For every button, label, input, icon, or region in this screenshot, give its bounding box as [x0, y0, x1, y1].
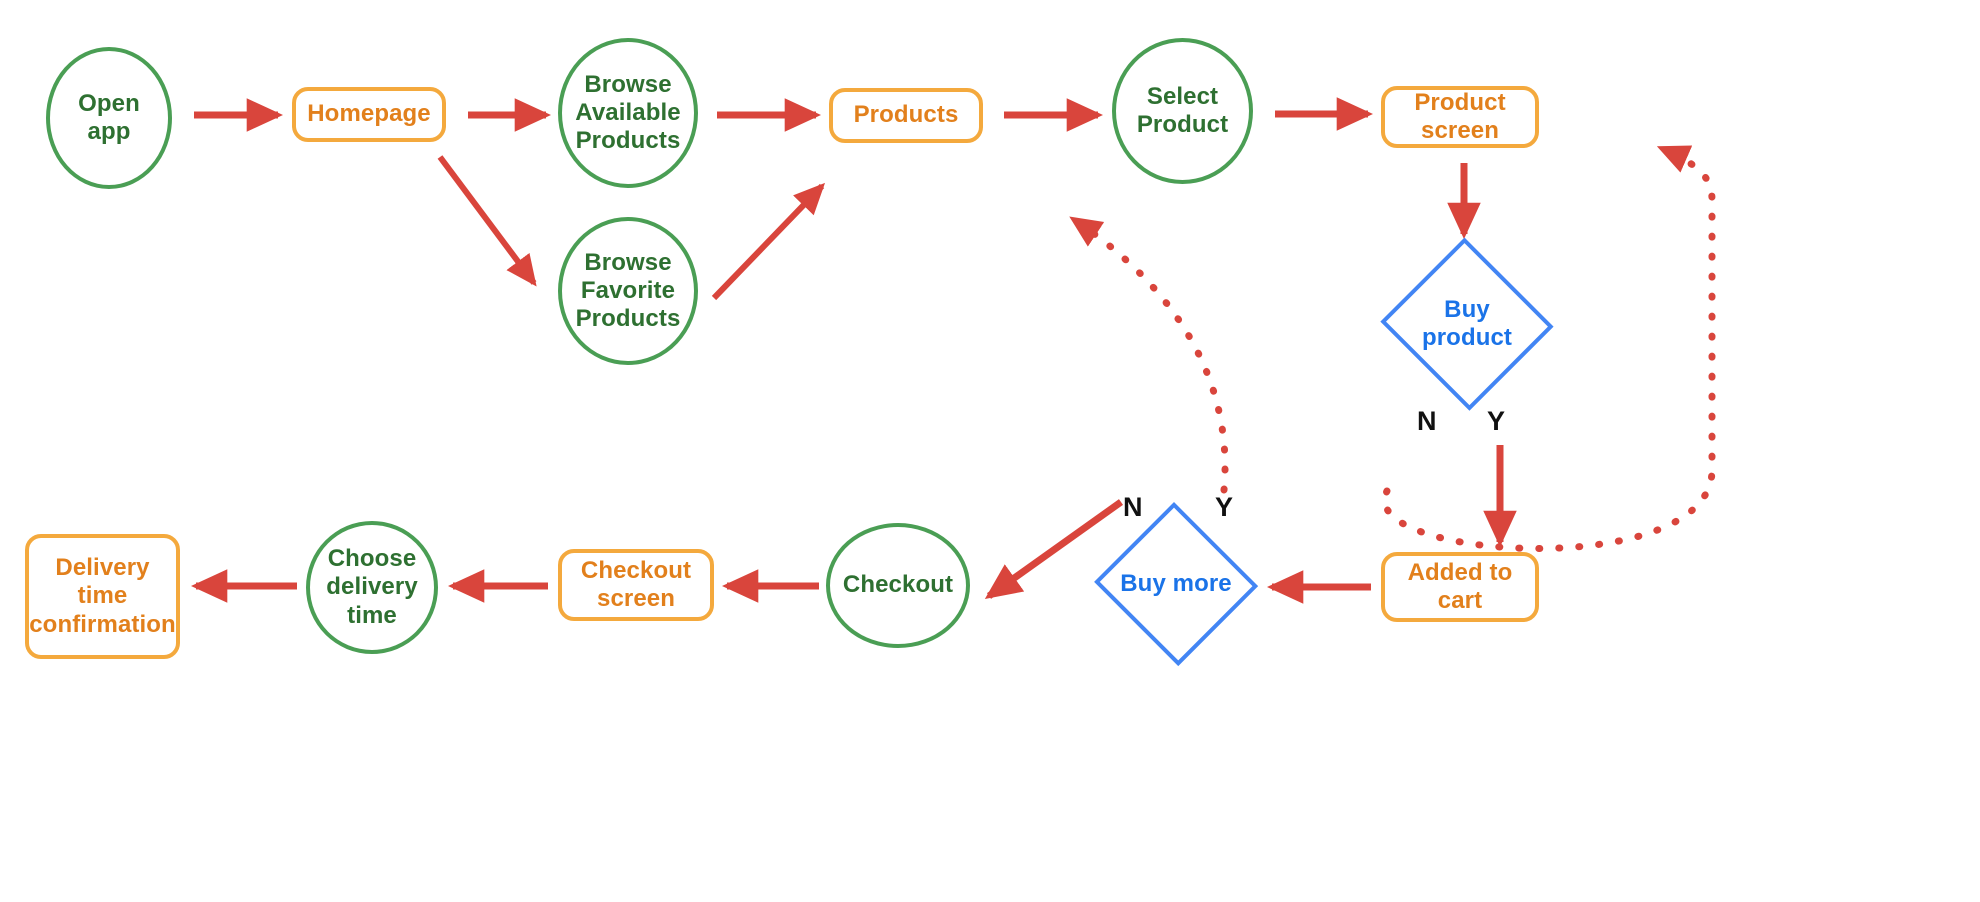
- node-homepage-label: Homepage: [307, 100, 431, 128]
- node-checkout[interactable]: Checkout: [826, 523, 970, 648]
- node-products[interactable]: Products: [829, 88, 983, 143]
- node-product-screen[interactable]: Product screen: [1381, 86, 1539, 148]
- node-browse-available-products[interactable]: Browse Available Products: [558, 38, 698, 188]
- node-delivery-time-confirmation[interactable]: Delivery time confirmation: [25, 534, 180, 659]
- node-added-to-cart-label: Added to cart: [1407, 558, 1513, 614]
- node-product-screen-label: Product screen: [1414, 88, 1506, 144]
- edge-buy-more-y-to-products: [1069, 215, 1229, 494]
- node-choose-delivery-time-label: Choose delivery time: [326, 545, 418, 629]
- node-buy-more[interactable]: Buy more: [1092, 502, 1260, 666]
- node-browse-favorite-products-label: Browse Favorite Products: [575, 248, 681, 333]
- node-checkout-screen-label: Checkout screen: [580, 556, 692, 612]
- branch-label-buy-more-n: N: [1123, 492, 1143, 522]
- node-checkout-screen[interactable]: Checkout screen: [558, 549, 714, 621]
- node-choose-delivery-time[interactable]: Choose delivery time: [306, 521, 438, 654]
- node-browse-favorite-products[interactable]: Browse Favorite Products: [558, 217, 698, 365]
- node-open-app[interactable]: Open app: [46, 47, 172, 189]
- node-select-product-label: Select Product: [1136, 82, 1229, 138]
- branch-label-buy-more-y: Y: [1215, 492, 1234, 522]
- node-open-app-label: Open app: [78, 89, 140, 145]
- edge-browse-favorite-to-products: [711, 182, 826, 301]
- flowchart-canvas: Open app Homepage Browse Available Produ…: [0, 0, 1980, 902]
- edge-homepage-to-browse-favorite: [437, 155, 537, 287]
- branch-label-buy-product-y: Y: [1487, 406, 1506, 436]
- node-buy-product[interactable]: Buy product: [1378, 237, 1556, 411]
- node-products-label: Products: [853, 101, 959, 129]
- node-delivery-time-confirmation-label: Delivery time confirmation: [29, 554, 176, 638]
- node-select-product[interactable]: Select Product: [1112, 38, 1253, 184]
- node-buy-product-label: Buy product: [1421, 295, 1513, 351]
- node-buy-more-label: Buy more: [1120, 569, 1232, 597]
- node-homepage[interactable]: Homepage: [292, 87, 446, 142]
- node-browse-available-products-label: Browse Available Products: [575, 70, 681, 155]
- node-checkout-label: Checkout: [842, 571, 954, 599]
- node-added-to-cart[interactable]: Added to cart: [1381, 552, 1539, 622]
- branch-label-buy-product-n: N: [1417, 406, 1437, 436]
